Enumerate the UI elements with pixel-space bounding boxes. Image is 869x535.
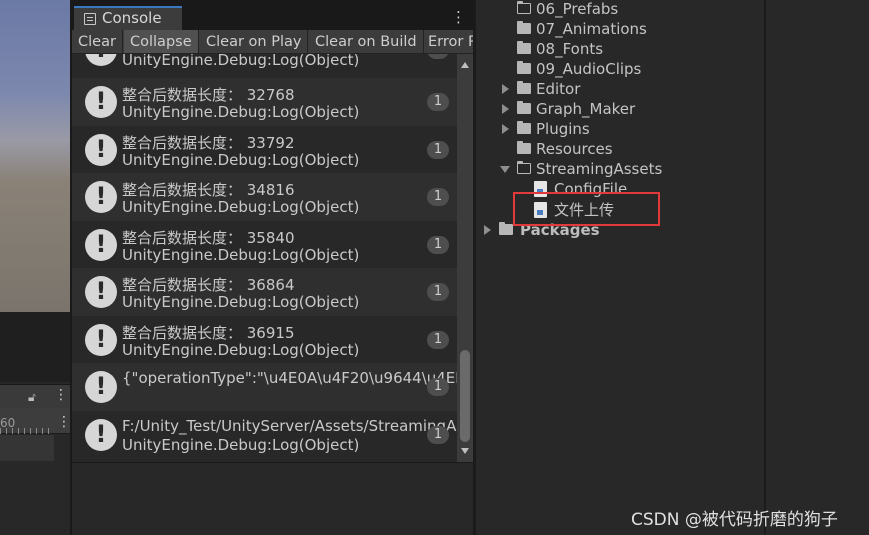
log-message: 整合后数据长度： 36915 xyxy=(122,323,295,342)
tree-item-label: 09_AudioClips xyxy=(536,60,642,78)
tree-item-label: StreamingAssets xyxy=(536,160,663,178)
info-icon xyxy=(85,228,117,261)
inspector-panel xyxy=(766,0,869,535)
kebab-menu-icon[interactable]: ⋮ xyxy=(54,387,68,403)
info-icon xyxy=(85,323,117,356)
timeline-ruler[interactable]: 60 ⋮ xyxy=(0,408,71,434)
log-count-badge: 1 xyxy=(427,235,449,254)
scene-view-lower xyxy=(0,312,70,382)
info-icon xyxy=(85,418,117,451)
folder-icon xyxy=(517,141,531,154)
expand-arrow-icon[interactable] xyxy=(502,124,509,134)
log-count-badge: 1 xyxy=(427,188,449,206)
console-toolbar: Clear Collapse Clear on Play Clear on Bu… xyxy=(72,30,473,54)
console-log-list[interactable]: UnityEngine.Debug:Log(Object) 1 整合后数据长度：… xyxy=(72,54,457,462)
scene-view[interactable] xyxy=(0,0,70,312)
log-entry[interactable]: 整合后数据长度： 36864 UnityEngine.Debug:Log(Obj… xyxy=(72,268,457,316)
tree-item-label: Editor xyxy=(536,80,581,98)
error-pause-button[interactable]: Error P xyxy=(422,30,473,53)
console-icon xyxy=(84,13,96,25)
folder-icon xyxy=(499,222,513,235)
info-icon xyxy=(85,133,117,166)
tree-item-label: 06_Prefabs xyxy=(536,0,619,18)
folder-icon xyxy=(517,21,531,34)
log-message: 整合后数据长度： 33792 xyxy=(122,133,295,152)
scrollbar-thumb[interactable] xyxy=(460,350,470,442)
folder-open-icon xyxy=(516,0,531,14)
log-entry[interactable]: F:/Unity_Test/UnityServer/Assets/Streami… xyxy=(72,411,457,459)
log-count-badge: 1 xyxy=(427,54,449,59)
clear-button[interactable]: Clear xyxy=(72,30,123,53)
folder-icon xyxy=(517,41,531,54)
tree-item-label: Plugins xyxy=(536,120,590,138)
folder-icon xyxy=(517,61,531,74)
log-message: F:/Unity_Test/UnityServer/Assets/Streami… xyxy=(122,416,457,435)
kebab-menu-icon[interactable]: ⋮ xyxy=(57,414,71,430)
log-count-badge: 1 xyxy=(427,283,449,301)
lock-icon[interactable]: 🔓︎ xyxy=(28,390,36,405)
log-entry[interactable]: UnityEngine.Debug:Log(Object) 1 xyxy=(72,54,457,74)
log-stacktrace: UnityEngine.Debug:Log(Object) xyxy=(122,435,360,454)
log-message: 整合后数据长度： 35840 xyxy=(122,228,295,247)
log-message: 整合后数据长度： 36864 xyxy=(122,276,295,294)
expand-arrow-icon[interactable] xyxy=(502,104,509,114)
info-icon xyxy=(85,86,117,118)
tree-item-label: Graph_Maker xyxy=(536,100,636,118)
tab-console[interactable]: Console xyxy=(74,6,182,30)
collapse-arrow-icon[interactable] xyxy=(500,166,510,173)
log-count-badge: 1 xyxy=(427,425,449,444)
console-panel: Console ⋮ Clear Collapse Clear on Play C… xyxy=(72,0,473,535)
console-tab-bar: Console ⋮ xyxy=(72,0,473,30)
timeline-row xyxy=(0,435,54,461)
log-stacktrace: UnityEngine.Debug:Log(Object) xyxy=(122,103,360,121)
tree-item-label: 07_Animations xyxy=(536,20,647,38)
log-entry[interactable]: 整合后数据长度： 34816 UnityEngine.Debug:Log(Obj… xyxy=(72,173,457,221)
scroll-up-arrow-icon[interactable] xyxy=(461,62,469,68)
log-stacktrace: UnityEngine.Debug:Log(Object) xyxy=(122,150,360,169)
log-stacktrace: UnityEngine.Debug:Log(Object) xyxy=(122,54,360,69)
console-detail-area xyxy=(72,462,473,535)
info-icon xyxy=(85,371,117,403)
animation-panel-header: 🔓︎ ⋮ xyxy=(0,384,70,408)
timeline-ticks xyxy=(0,428,54,434)
info-icon xyxy=(85,54,117,66)
scroll-down-arrow-icon[interactable] xyxy=(461,448,469,454)
tree-item-label: Resources xyxy=(536,140,613,158)
log-message: {"operationType":"\u4E0A\u4F20\u9644\u4E… xyxy=(122,369,457,387)
log-entry[interactable]: 整合后数据长度： 36915 UnityEngine.Debug:Log(Obj… xyxy=(72,316,457,364)
tree-item-label: 08_Fonts xyxy=(536,40,604,58)
log-entry[interactable]: 整合后数据长度： 33792 UnityEngine.Debug:Log(Obj… xyxy=(72,126,457,174)
folder-open-icon xyxy=(516,160,531,174)
tab-console-label: Console xyxy=(102,9,162,27)
expand-arrow-icon[interactable] xyxy=(484,225,491,235)
highlight-annotation-box xyxy=(513,192,660,226)
clear-on-play-button[interactable]: Clear on Play xyxy=(200,30,309,53)
console-scrollbar[interactable] xyxy=(457,54,473,462)
folder-icon xyxy=(517,81,531,94)
folder-icon xyxy=(517,121,531,134)
log-entry[interactable]: 整合后数据长度： 32768 UnityEngine.Debug:Log(Obj… xyxy=(72,78,457,126)
log-entry[interactable]: {"operationType":"\u4E0A\u4F20\u9644\u4E… xyxy=(72,363,457,411)
log-stacktrace: UnityEngine.Debug:Log(Object) xyxy=(122,198,360,216)
folder-icon xyxy=(517,101,531,114)
collapse-button[interactable]: Collapse xyxy=(124,30,199,53)
log-entry[interactable]: 整合后数据长度： 35840 UnityEngine.Debug:Log(Obj… xyxy=(72,221,457,269)
log-stacktrace: UnityEngine.Debug:Log(Object) xyxy=(122,340,360,359)
log-stacktrace: UnityEngine.Debug:Log(Object) xyxy=(122,245,360,264)
project-panel: 06_Prefabs 07_Animations 08_Fonts 09_Aud… xyxy=(476,0,764,535)
info-icon xyxy=(85,181,117,213)
log-message: 整合后数据长度： 34816 xyxy=(122,181,295,199)
log-count-badge: 1 xyxy=(427,140,449,159)
log-count-badge: 1 xyxy=(427,378,449,396)
log-count-badge: 1 xyxy=(427,330,449,349)
expand-arrow-icon[interactable] xyxy=(502,84,509,94)
info-icon xyxy=(85,276,117,308)
log-message: 整合后数据长度： 32768 xyxy=(122,86,295,104)
watermark-text: CSDN @被代码折磨的狗子 xyxy=(631,510,838,530)
log-stacktrace: UnityEngine.Debug:Log(Object) xyxy=(122,293,360,311)
kebab-menu-icon[interactable]: ⋮ xyxy=(451,8,466,26)
clear-on-build-button[interactable]: Clear on Build xyxy=(309,30,424,53)
log-count-badge: 1 xyxy=(427,93,449,111)
